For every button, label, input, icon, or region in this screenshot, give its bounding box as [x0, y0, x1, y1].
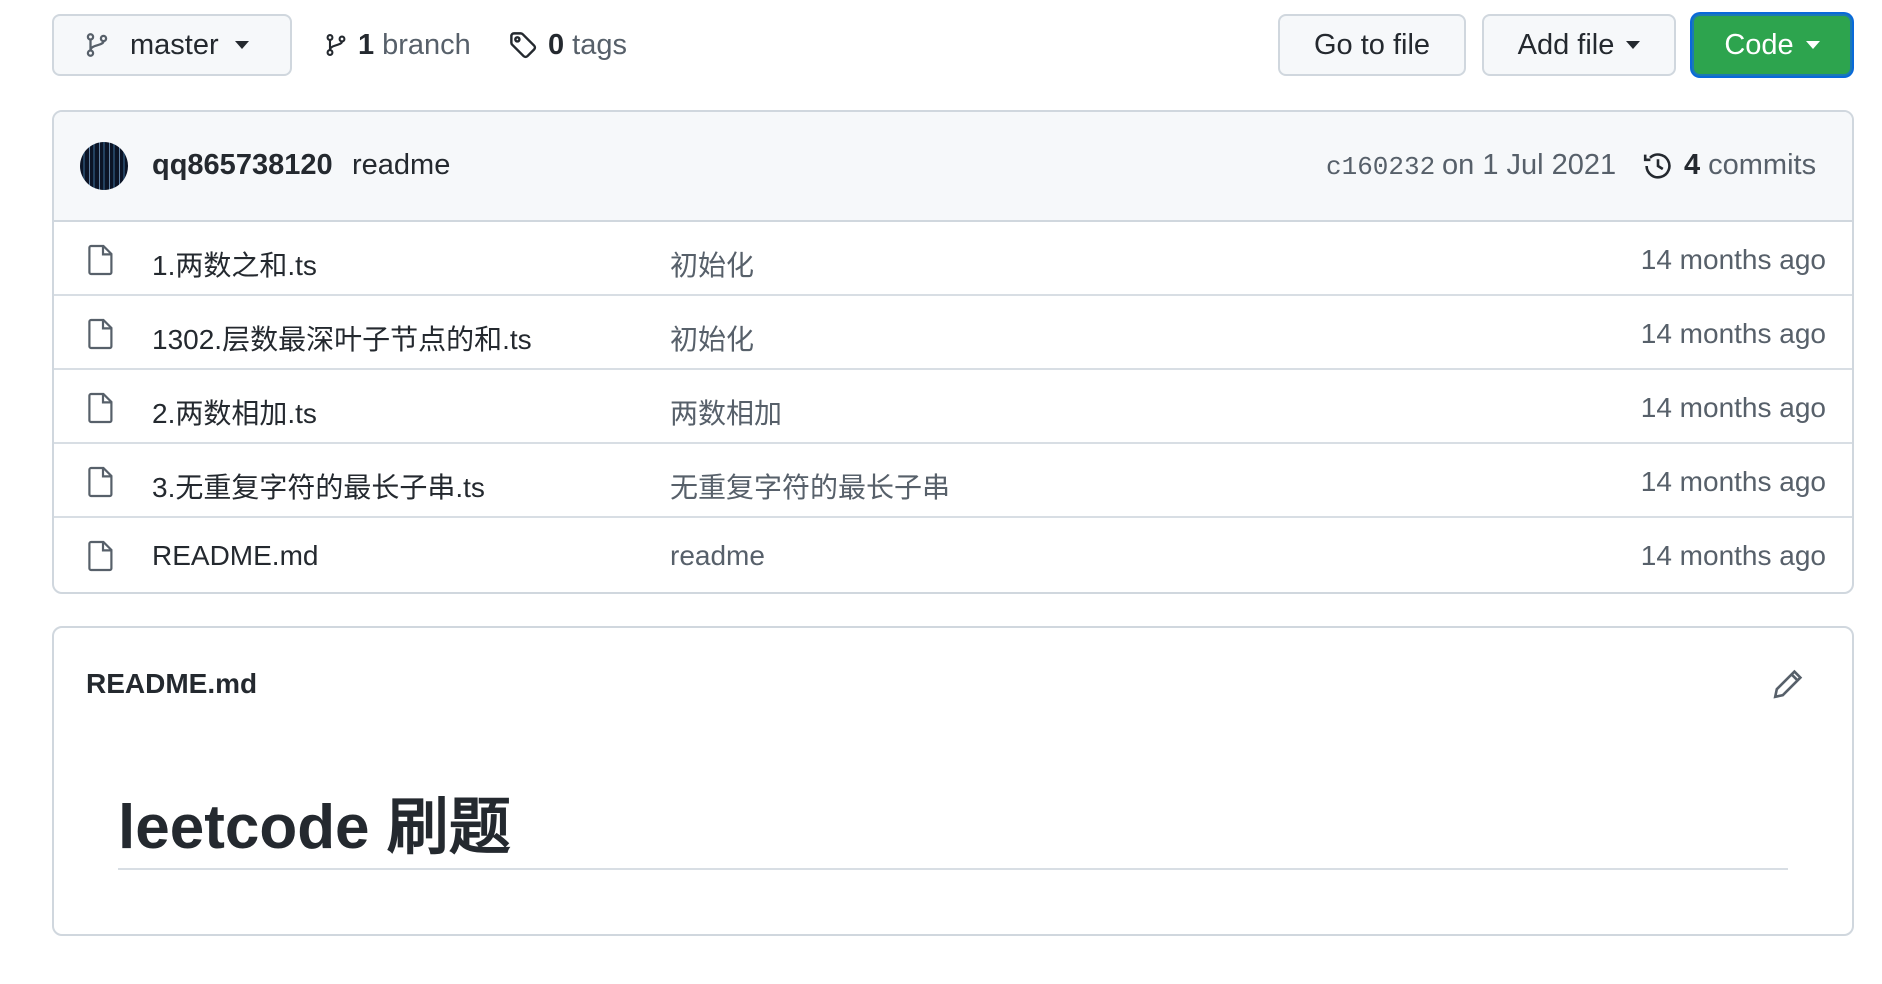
- file-list-box: qq865738120 readme c160232 on 1 Jul 2021…: [52, 110, 1854, 594]
- history-icon: [1643, 152, 1671, 179]
- file-row[interactable]: 3.无重复字符的最长子串.ts 无重复字符的最长子串 14 months ago: [54, 444, 1852, 518]
- git-branch-icon: [326, 34, 346, 56]
- file-name[interactable]: 1302.层数最深叶子节点的和.ts: [152, 318, 532, 358]
- commits-label: commits: [1708, 149, 1817, 181]
- file-icon: [88, 318, 113, 350]
- commit-message[interactable]: readme: [352, 149, 450, 182]
- file-name[interactable]: 3.无重复字符的最长子串.ts: [152, 466, 485, 506]
- file-age: 14 months ago: [1640, 244, 1826, 275]
- branches-link[interactable]: 1 branch: [324, 14, 471, 76]
- commit-author[interactable]: qq865738120: [152, 149, 333, 182]
- code-button[interactable]: Code: [1692, 14, 1852, 76]
- file-age: 14 months ago: [1640, 318, 1826, 349]
- tag-icon: [510, 32, 537, 59]
- file-commit-message[interactable]: 无重复字符的最长子串: [670, 466, 950, 506]
- branches-count: 1: [358, 28, 375, 61]
- repo-toolbar: master 1 branch 0 tags Go to file Add fi…: [52, 14, 1854, 78]
- tags-count: 0: [548, 28, 565, 61]
- tags-label: tags: [572, 28, 627, 61]
- file-name[interactable]: README.md: [152, 540, 318, 572]
- heading-divider: [118, 868, 1788, 870]
- commits-link[interactable]: 4 commits: [1642, 149, 1816, 182]
- file-age: 14 months ago: [1640, 392, 1826, 423]
- file-row[interactable]: 1302.层数最深叶子节点的和.ts 初始化 14 months ago: [54, 296, 1852, 370]
- file-row[interactable]: 1.两数之和.ts 初始化 14 months ago: [54, 222, 1852, 296]
- file-name[interactable]: 1.两数之和.ts: [152, 244, 317, 284]
- file-age: 14 months ago: [1640, 540, 1826, 571]
- code-label: Code: [1724, 28, 1794, 61]
- chevron-down-icon: [234, 41, 249, 49]
- file-commit-message[interactable]: readme: [670, 540, 765, 572]
- pencil-icon[interactable]: [1772, 668, 1804, 700]
- readme-filename: README.md: [86, 668, 258, 699]
- file-age: 14 months ago: [1640, 466, 1826, 497]
- file-icon: [88, 540, 113, 572]
- readme-heading: leetcode 刷题: [118, 793, 511, 862]
- branch-select-button[interactable]: master: [52, 14, 292, 76]
- file-row[interactable]: README.md readme 14 months ago: [54, 518, 1852, 592]
- avatar[interactable]: [80, 142, 128, 190]
- add-file-button[interactable]: Add file: [1482, 14, 1676, 76]
- file-row[interactable]: 2.两数相加.ts 两数相加 14 months ago: [54, 370, 1852, 444]
- readme-box: README.md leetcode 刷题: [52, 626, 1854, 936]
- chevron-down-icon: [1626, 41, 1641, 49]
- file-commit-message[interactable]: 初始化: [670, 244, 754, 284]
- file-icon: [88, 466, 113, 498]
- git-branch-icon: [86, 33, 108, 57]
- file-commit-message[interactable]: 初始化: [670, 318, 754, 358]
- latest-commit-bar: qq865738120 readme c160232 on 1 Jul 2021…: [54, 112, 1852, 222]
- go-to-file-button[interactable]: Go to file: [1278, 14, 1466, 76]
- add-file-label: Add file: [1517, 28, 1615, 61]
- chevron-down-icon: [1805, 41, 1820, 49]
- repo-page: master 1 branch 0 tags Go to file Add fi…: [0, 0, 1882, 984]
- branches-label: branch: [382, 28, 471, 61]
- commits-count: 4: [1684, 149, 1701, 181]
- file-icon: [88, 244, 113, 276]
- tags-link[interactable]: 0 tags: [508, 14, 627, 76]
- commit-sha[interactable]: c160232: [1326, 152, 1435, 182]
- commit-date: on 1 Jul 2021: [1442, 149, 1617, 181]
- file-name[interactable]: 2.两数相加.ts: [152, 392, 317, 432]
- branch-name: master: [130, 28, 219, 61]
- file-icon: [88, 392, 113, 424]
- file-commit-message[interactable]: 两数相加: [670, 392, 782, 432]
